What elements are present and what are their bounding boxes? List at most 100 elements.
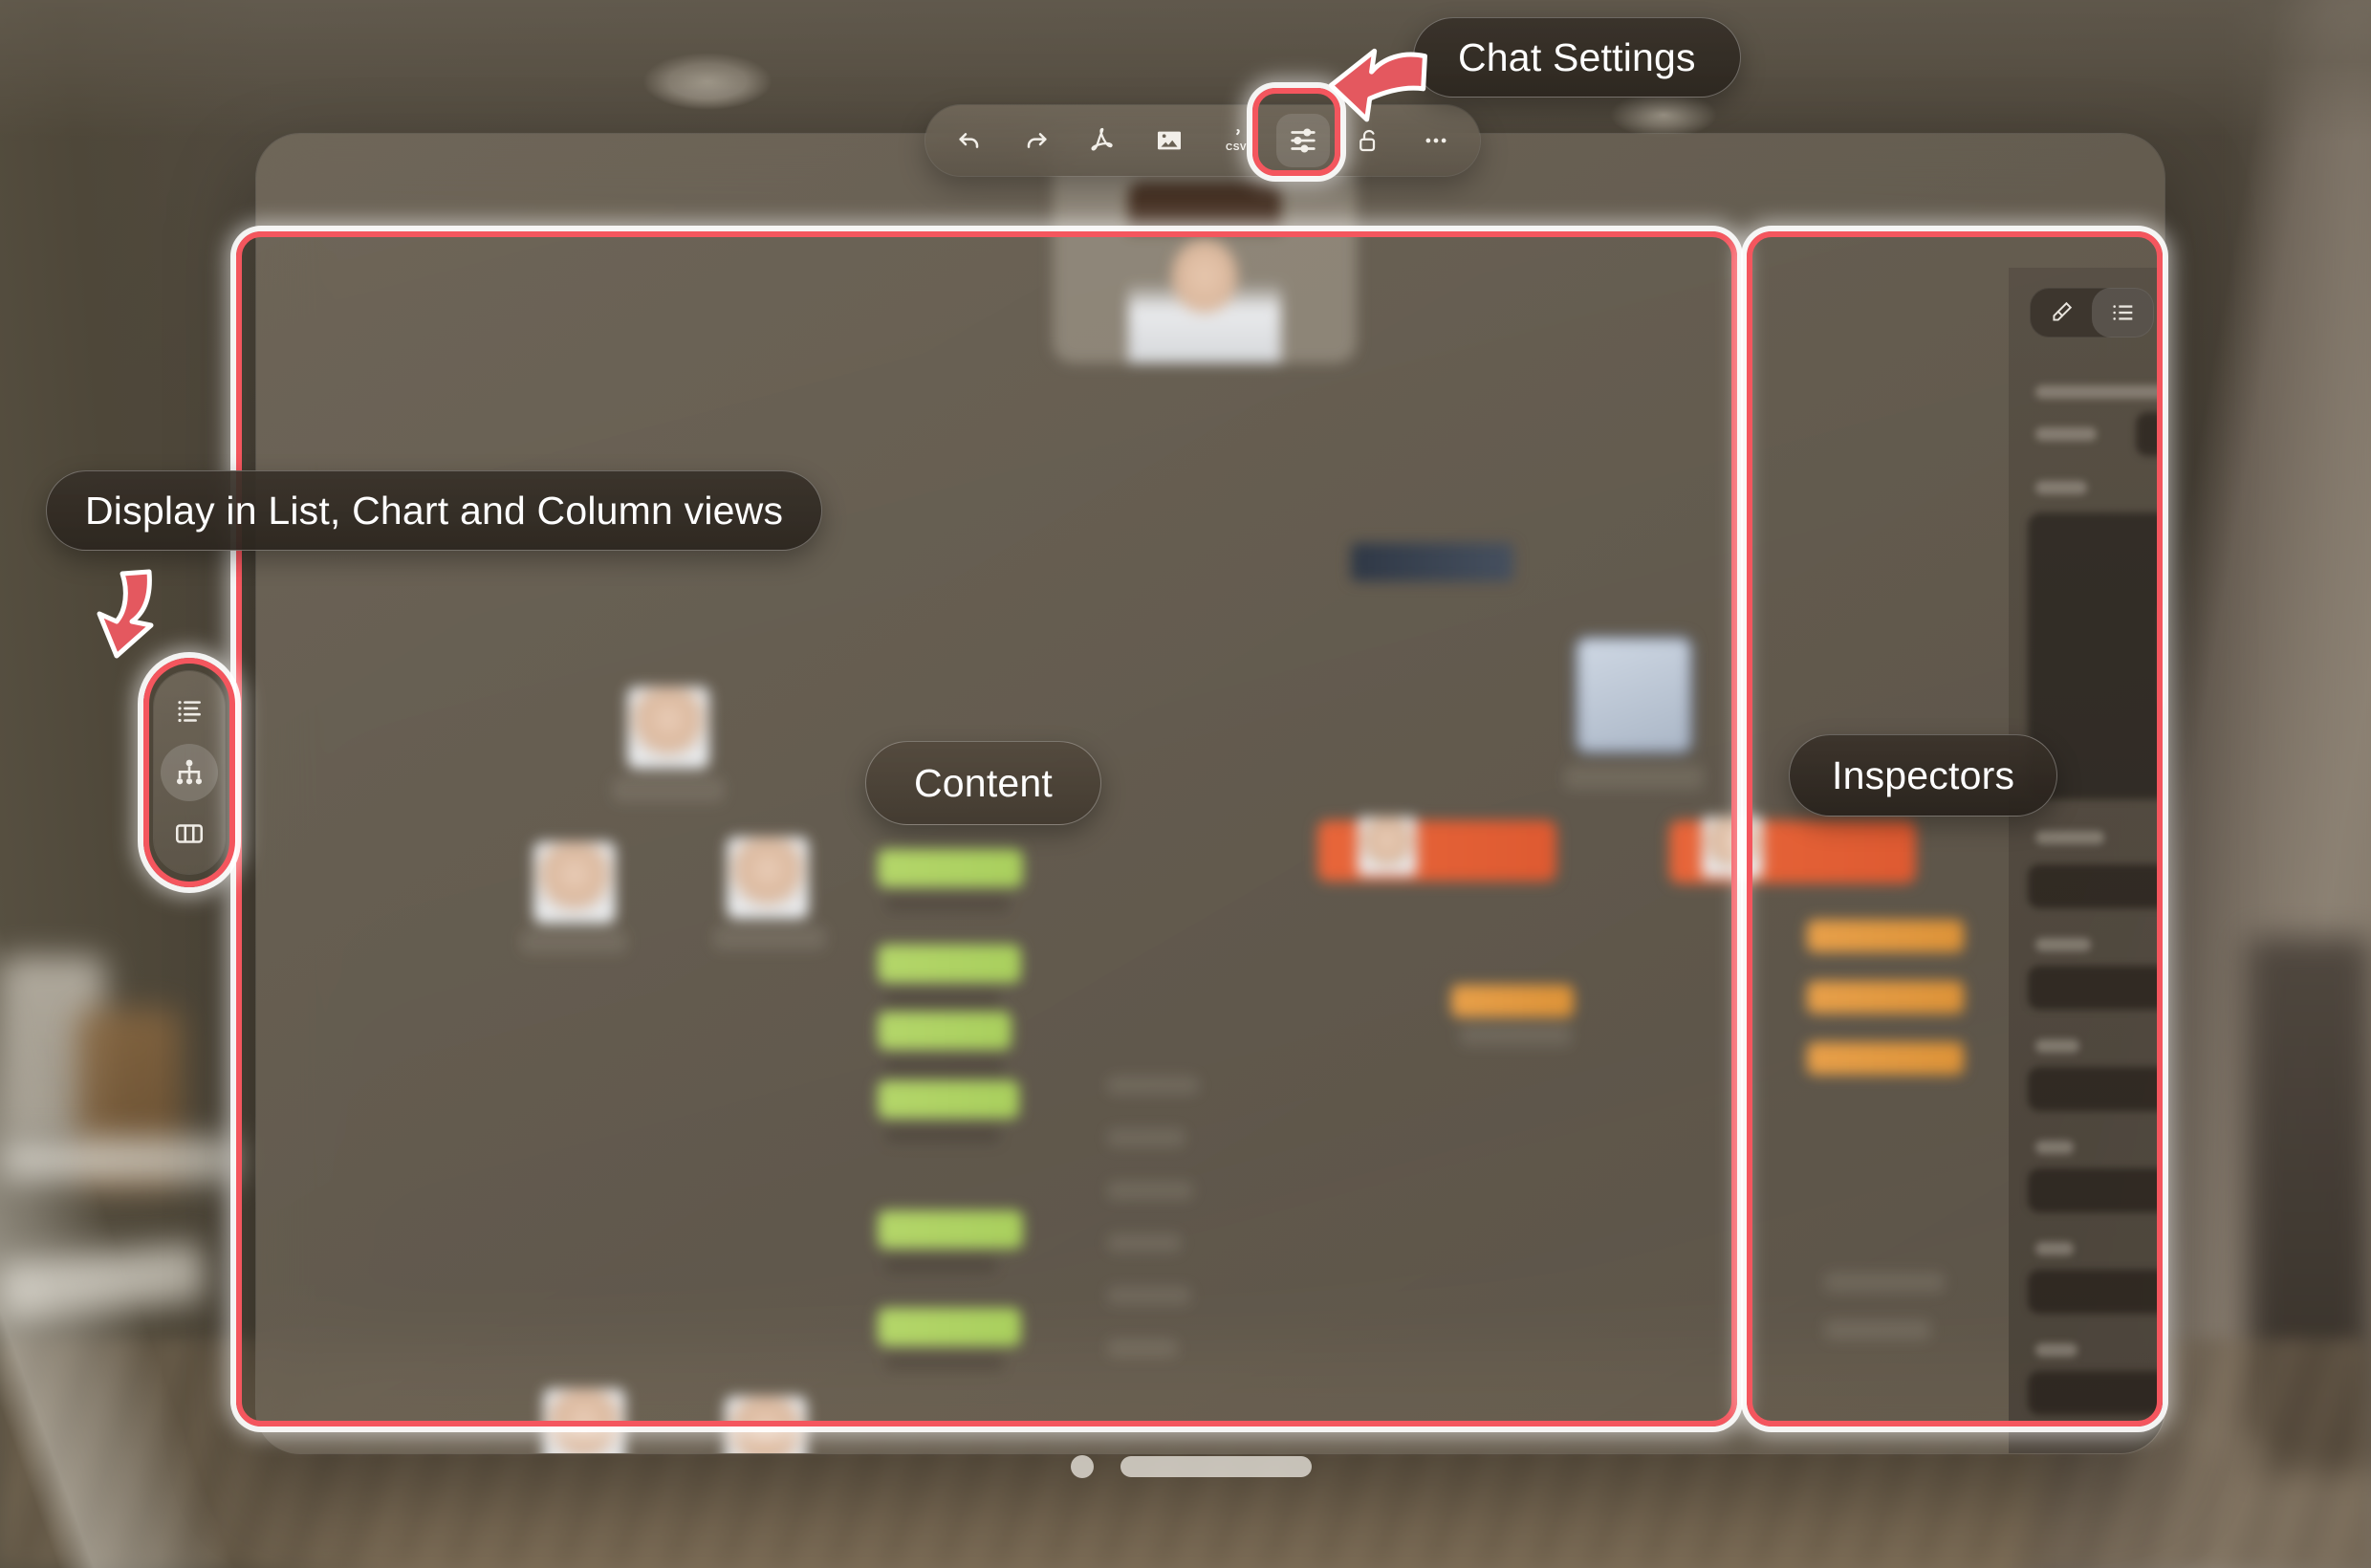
export-csv-button[interactable]: CSV bbox=[1209, 114, 1263, 167]
export-image-button[interactable] bbox=[1142, 114, 1196, 167]
sliders-icon bbox=[1290, 128, 1316, 153]
view-mode-switcher[interactable] bbox=[154, 671, 225, 874]
text-line bbox=[1107, 1233, 1182, 1252]
inspector-row-label bbox=[2035, 1141, 2074, 1154]
tag-item[interactable] bbox=[878, 1012, 1011, 1050]
undo-arrow-icon bbox=[959, 133, 979, 148]
inspector-row[interactable] bbox=[2026, 467, 2164, 509]
callout-label: Display in List, Chart and Column views bbox=[85, 488, 784, 533]
text-line bbox=[1824, 1319, 1931, 1340]
bar-avatar bbox=[1358, 817, 1417, 876]
tag-item[interactable] bbox=[878, 1210, 1023, 1249]
backsplash-tile bbox=[0, 956, 105, 1138]
text-line bbox=[1107, 1181, 1193, 1200]
counter-marble-2 bbox=[0, 1241, 208, 1321]
inspector-input[interactable] bbox=[2028, 1270, 2164, 1314]
inspector-input[interactable] bbox=[2028, 1168, 2164, 1212]
inspector-body[interactable] bbox=[2009, 363, 2164, 1453]
view-mode-list[interactable] bbox=[161, 683, 218, 740]
inspector-row-label bbox=[2035, 1039, 2079, 1053]
tag-item[interactable] bbox=[878, 945, 1021, 983]
paintbrush-icon bbox=[2052, 301, 2072, 321]
node-label bbox=[612, 776, 725, 803]
avatar bbox=[1128, 182, 1281, 363]
tag-item[interactable] bbox=[878, 1080, 1019, 1119]
person-thumb[interactable] bbox=[627, 686, 709, 769]
appliance-handle bbox=[2166, 1411, 2279, 1472]
window-grab-bar[interactable] bbox=[1120, 1456, 1312, 1477]
redo-button[interactable] bbox=[1010, 114, 1063, 167]
person-thumb[interactable] bbox=[533, 841, 616, 924]
inspector-row[interactable] bbox=[2026, 817, 2164, 859]
counter-marble bbox=[0, 1138, 239, 1182]
ellipsis-icon bbox=[1425, 138, 1447, 143]
bar-item-small[interactable] bbox=[1807, 981, 1964, 1013]
bar-item-small[interactable] bbox=[1807, 1042, 1964, 1075]
inspector-row-label bbox=[2035, 938, 2091, 951]
export-pdf-button[interactable] bbox=[1076, 114, 1129, 167]
node-label bbox=[1564, 765, 1704, 790]
cutting-board bbox=[76, 1009, 182, 1190]
redo-arrow-icon bbox=[1027, 133, 1047, 148]
tag-item[interactable] bbox=[878, 849, 1023, 887]
window-chrome[interactable] bbox=[1071, 1455, 1312, 1478]
inspector-input[interactable] bbox=[2028, 966, 2164, 1010]
person-thumb[interactable] bbox=[727, 837, 809, 919]
chat-settings-button[interactable] bbox=[1275, 114, 1330, 167]
callout-inspectors: Inspectors bbox=[1789, 734, 2058, 817]
callout-label: Inspectors bbox=[1832, 752, 2015, 797]
person-thumb[interactable] bbox=[725, 1396, 807, 1453]
inspector-row[interactable] bbox=[2026, 371, 2164, 413]
person-card-selected[interactable] bbox=[1577, 639, 1690, 751]
inspector-row-label bbox=[2035, 1343, 2077, 1357]
tag-sub bbox=[885, 1354, 1004, 1371]
inspector-input[interactable] bbox=[2028, 1371, 2164, 1415]
view-mode-chart[interactable] bbox=[161, 744, 218, 801]
chart-view-icon bbox=[176, 759, 203, 785]
csv-export-icon: CSV bbox=[1226, 129, 1246, 153]
bar-avatar bbox=[1702, 817, 1763, 878]
inspector-row-label bbox=[2035, 831, 2104, 844]
inspector-row[interactable] bbox=[2026, 1228, 2164, 1270]
text-line bbox=[1107, 1339, 1178, 1358]
tag-item[interactable] bbox=[878, 1308, 1021, 1346]
window-close-dot[interactable] bbox=[1071, 1455, 1094, 1478]
content-canvas[interactable] bbox=[256, 134, 2009, 1453]
callout-chat-settings: Chat Settings bbox=[1413, 17, 1741, 98]
inspector-row[interactable] bbox=[2026, 1126, 2164, 1168]
callout-arrow-chat-settings bbox=[1328, 48, 1427, 122]
inspector-row-label bbox=[2035, 1242, 2074, 1255]
person-thumb[interactable] bbox=[543, 1388, 625, 1453]
undo-button[interactable] bbox=[943, 114, 996, 167]
callout-label: Content bbox=[914, 760, 1054, 805]
segment-format[interactable] bbox=[2030, 288, 2092, 338]
list-icon bbox=[2112, 305, 2132, 320]
inspector-row[interactable] bbox=[2026, 1025, 2164, 1067]
bar-item-small[interactable] bbox=[1807, 920, 1964, 952]
image-export-icon bbox=[1158, 131, 1182, 150]
tag-sub bbox=[885, 1256, 996, 1274]
list-view-icon bbox=[178, 701, 201, 723]
inspector-panel[interactable] bbox=[2009, 268, 2164, 1453]
node-label bbox=[713, 926, 826, 950]
inspector-input[interactable] bbox=[2028, 1067, 2164, 1111]
view-mode-column[interactable] bbox=[161, 805, 218, 862]
inspector-row-label bbox=[2035, 385, 2164, 399]
tag-sub bbox=[885, 1126, 1000, 1143]
bar-item[interactable] bbox=[1317, 820, 1556, 882]
segment-list[interactable] bbox=[2092, 288, 2154, 338]
inspector-input[interactable] bbox=[2028, 864, 2164, 908]
bar-item-small[interactable] bbox=[1451, 985, 1574, 1017]
callout-display-views: Display in List, Chart and Column views bbox=[46, 470, 823, 551]
callout-label: Chat Settings bbox=[1458, 34, 1696, 79]
inspector-row-value[interactable] bbox=[2136, 412, 2164, 456]
unlock-icon bbox=[1360, 129, 1376, 152]
node-chip[interactable] bbox=[1351, 543, 1513, 581]
inspector-row[interactable] bbox=[2026, 924, 2164, 966]
inspector-segmented-control[interactable] bbox=[2030, 288, 2154, 338]
refrigerator bbox=[2247, 937, 2371, 1472]
inspector-row[interactable] bbox=[2026, 412, 2164, 456]
text-line bbox=[1107, 1076, 1199, 1095]
inspector-row-label bbox=[2035, 481, 2087, 494]
inspector-row[interactable] bbox=[2026, 1329, 2164, 1371]
